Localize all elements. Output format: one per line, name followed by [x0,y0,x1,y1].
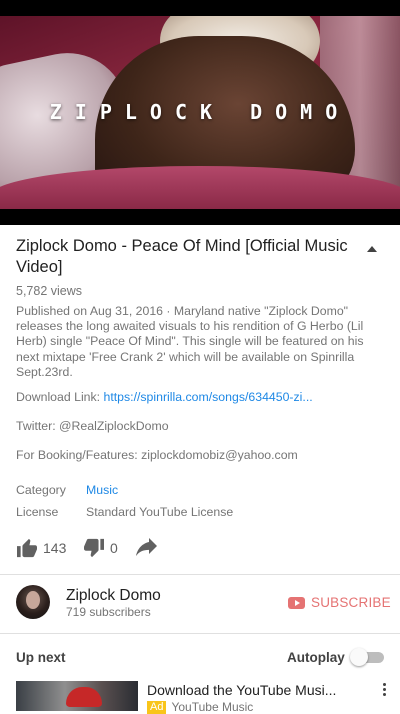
thumbs-up-icon [17,538,37,558]
thumbs-down-icon [84,538,104,558]
channel-avatar[interactable] [16,585,50,619]
up-next-title[interactable]: Download the YouTube Musi... [147,682,336,698]
up-next-meta: Ad YouTube Music [147,700,253,714]
divider [0,633,400,634]
video-frame[interactable]: ZIPLOCK DOMO [0,16,400,209]
dislike-count: 0 [110,540,118,556]
more-options-icon[interactable] [383,683,387,699]
share-button[interactable] [135,538,159,558]
video-title-block[interactable]: Ziplock Domo - Peace Of Mind [Official M… [16,236,384,278]
share-icon [136,538,157,556]
autoplay-toggle[interactable] [350,648,384,666]
like-count: 143 [43,540,67,556]
subscribe-label: SUBSCRIBE [311,595,391,610]
video-overlay-text: ZIPLOCK DOMO [49,100,351,124]
youtube-play-icon [288,596,305,609]
subscriber-count: 719 subscribers [66,605,151,619]
video-player[interactable]: ZIPLOCK DOMO [0,0,400,225]
category-label: Category [16,483,66,497]
video-title: Ziplock Domo - Peace Of Mind [Official M… [16,237,348,276]
like-button[interactable]: 143 [16,538,66,558]
license-label: License [16,505,59,519]
autoplay-label: Autoplay [287,650,345,665]
view-count: 5,782 views [16,284,83,298]
dislike-button[interactable]: 0 [83,538,118,558]
booking-line: For Booking/Features: ziplockdomobiz@yah… [16,448,298,462]
video-description: Published on Aug 31, 2016 · Maryland nat… [16,304,364,379]
download-link[interactable]: https://spinrilla.com/songs/634450-zi... [104,390,313,404]
ad-badge: Ad [147,700,167,714]
twitter-line: Twitter: @RealZiplockDomo [16,419,169,433]
category-value[interactable]: Music [86,483,118,497]
up-next-thumbnail[interactable] [16,681,138,711]
license-value: Standard YouTube License [86,505,234,519]
subscribe-button[interactable]: SUBSCRIBE [288,595,391,610]
up-next-heading: Up next [16,650,66,665]
channel-name[interactable]: Ziplock Domo [66,587,161,605]
divider [0,574,400,575]
download-link-line: Download Link: https://spinrilla.com/son… [16,390,313,404]
download-link-label: Download Link: [16,390,104,404]
collapse-description-icon[interactable] [367,246,377,252]
up-next-channel: YouTube Music [171,700,254,714]
